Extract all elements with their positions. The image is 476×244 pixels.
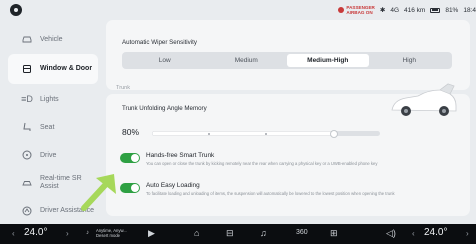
trunk-angle-value: 80% xyxy=(122,127,140,137)
slider-tick xyxy=(265,132,267,135)
home-icon[interactable]: ⌂ xyxy=(194,228,199,238)
right-temp-decrease-icon[interactable]: ‹ xyxy=(412,229,415,238)
auto-easy-loading-row: Auto Easy Loading To facilitate loading … xyxy=(120,182,460,203)
auto-easy-loading-toggle[interactable] xyxy=(120,183,140,193)
left-temp-increase-icon[interactable]: › xyxy=(66,229,69,238)
trunk-angle-slider[interactable] xyxy=(152,129,380,138)
airbag-icon xyxy=(338,7,345,13)
signal-indicator: 4G xyxy=(390,6,399,14)
auto-easy-loading-desc: To facilitate loading and unloading of i… xyxy=(146,191,395,196)
sidebar-item-label: Lights xyxy=(40,95,59,103)
apps-grid-icon[interactable]: ⊞ xyxy=(330,228,338,239)
wiper-option-high[interactable]: High xyxy=(369,54,451,67)
music-app-icon[interactable]: ♫ xyxy=(260,228,267,238)
volume-icon[interactable]: ◁) xyxy=(386,228,396,239)
battery-icon xyxy=(430,7,441,13)
sidebar-item-drive[interactable]: Drive xyxy=(8,142,98,168)
bottom-dock: ‹ 24.0° › ♪ Anytime, Anyw... Desert mode… xyxy=(0,224,476,244)
sidebar-item-vehicle[interactable]: Vehicle xyxy=(8,26,98,52)
wiper-option-medium-high[interactable]: Medium-High xyxy=(287,54,369,67)
wiper-option-medium[interactable]: Medium xyxy=(206,54,288,67)
right-temperature[interactable]: 24.0° xyxy=(424,227,447,238)
trunk-angle-title: Trunk Unfolding Angle Memory xyxy=(122,105,207,112)
seat-icon xyxy=(22,122,32,132)
sidebar-item-label: Window & Door xyxy=(40,65,93,72)
trunk-group-label: Trunk xyxy=(116,85,131,91)
range-readout: 416 km xyxy=(404,6,426,14)
status-bar: PASSENGER AIRBAG ON ✱ 4G 416 km 81% 18:4 xyxy=(0,0,476,22)
hands-free-trunk-row: Hands-free Smart Trunk You can open or c… xyxy=(120,152,460,173)
battery-percent: 81% xyxy=(445,6,459,14)
media-info[interactable]: Anytime, Anyw... Desert mode xyxy=(96,228,127,238)
door-icon xyxy=(22,64,32,74)
sidebar-item-seat[interactable]: Seat xyxy=(8,114,98,140)
music-icon: ♪ xyxy=(86,230,89,236)
passenger-airbag-indicator: PASSENGER AIRBAG ON xyxy=(338,5,375,15)
trunk-angle-slider-handle[interactable] xyxy=(330,129,339,138)
sidebar-item-lights[interactable]: ≡D Lights xyxy=(8,86,98,112)
camera-360-button[interactable]: 360 xyxy=(296,229,308,236)
clock: 18:4 xyxy=(463,6,476,14)
pointer-arrow-icon xyxy=(81,174,116,211)
car-trunk-open-image xyxy=(391,83,457,116)
sidebar-item-window-door[interactable]: Window & Door xyxy=(8,54,98,84)
trunk-angle-slider-row: 80% xyxy=(122,123,452,143)
bluetooth-icon: ✱ xyxy=(379,7,386,14)
sidebar-item-label: Vehicle xyxy=(40,35,63,43)
settings-content: Automatic Wiper Sensitivity Low Medium M… xyxy=(106,20,470,218)
hands-free-trunk-desc: You can open or close the trunk by kicki… xyxy=(146,161,378,166)
airbag-line2: AIRBAG ON xyxy=(346,10,373,15)
car-control-icon[interactable]: ⊟ xyxy=(226,228,234,239)
lights-icon: ≡D xyxy=(21,94,33,104)
wiper-sensitivity-title: Automatic Wiper Sensitivity xyxy=(122,39,197,46)
driver-assist-icon xyxy=(22,206,32,216)
sidebar-item-label: Drive xyxy=(40,151,57,159)
status-indicators: PASSENGER AIRBAG ON ✱ 4G 416 km 81% 18:4 xyxy=(338,5,476,15)
play-icon[interactable]: ▶ xyxy=(148,228,155,239)
assist-icon xyxy=(22,178,32,188)
brand-logo xyxy=(10,4,22,16)
hands-free-trunk-toggle[interactable] xyxy=(120,153,140,163)
media-subtitle: Desert mode xyxy=(96,232,120,238)
sidebar-item-label: Seat xyxy=(40,123,55,131)
hands-free-trunk-title: Hands-free Smart Trunk xyxy=(146,152,215,159)
right-temp-increase-icon[interactable]: › xyxy=(466,229,469,238)
left-temp-decrease-icon[interactable]: ‹ xyxy=(12,229,15,238)
wiper-sensitivity-selector: Low Medium Medium-High High xyxy=(122,52,452,69)
left-temperature[interactable]: 24.0° xyxy=(24,227,47,238)
wiper-option-low[interactable]: Low xyxy=(124,54,206,67)
trunk-angle-slider-fill xyxy=(152,131,335,136)
car-icon xyxy=(22,34,32,44)
slider-tick xyxy=(208,132,210,135)
steering-wheel-icon xyxy=(22,150,32,160)
auto-easy-loading-title: Auto Easy Loading xyxy=(146,182,200,189)
